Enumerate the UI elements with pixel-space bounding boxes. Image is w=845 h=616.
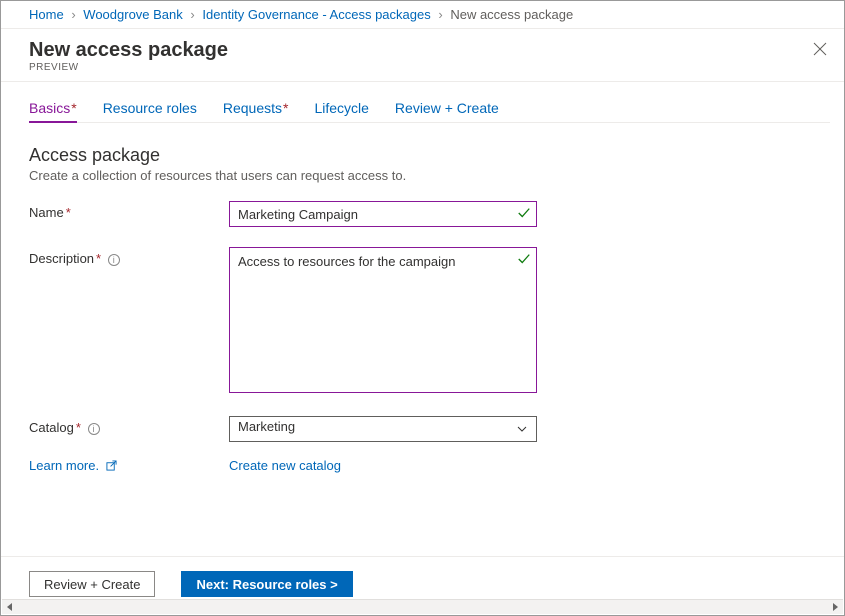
- name-label: Name*: [29, 201, 229, 220]
- name-input[interactable]: [229, 201, 537, 227]
- required-asterisk: *: [66, 205, 71, 220]
- description-label: Description* i: [29, 247, 229, 266]
- breadcrumb-current: New access package: [450, 7, 573, 22]
- window: Home › Woodgrove Bank › Identity Governa…: [0, 0, 845, 616]
- tab-label: Requests: [223, 100, 282, 116]
- learn-more-link[interactable]: Learn more.: [29, 458, 117, 473]
- required-asterisk: *: [283, 100, 288, 116]
- required-asterisk: *: [71, 100, 76, 116]
- external-link-icon: [106, 460, 117, 471]
- breadcrumb-link-gov[interactable]: Identity Governance - Access packages: [202, 7, 430, 22]
- tab-lifecycle[interactable]: Lifecycle: [314, 100, 368, 122]
- name-field-wrap: [229, 201, 537, 227]
- description-input[interactable]: [229, 247, 537, 393]
- next-button[interactable]: Next: Resource roles >: [181, 571, 352, 597]
- chevron-right-icon: ›: [438, 7, 442, 22]
- select-value: Marketing: [238, 419, 295, 434]
- scroll-right-icon[interactable]: [827, 600, 843, 614]
- label-text: Description: [29, 251, 94, 266]
- tabs: Basics* Resource roles Requests* Lifecyc…: [1, 82, 844, 122]
- tab-requests[interactable]: Requests*: [223, 100, 289, 122]
- horizontal-scrollbar[interactable]: [2, 599, 843, 614]
- label-text: Name: [29, 205, 64, 220]
- form-row-description: Description* i: [29, 247, 816, 396]
- close-button[interactable]: [812, 41, 832, 61]
- section-access-package: Access package Create a collection of re…: [1, 123, 844, 473]
- tab-resource-roles[interactable]: Resource roles: [103, 100, 197, 122]
- catalog-select[interactable]: Marketing: [229, 416, 537, 442]
- close-icon: [812, 41, 828, 57]
- tab-label: Basics: [29, 100, 70, 116]
- review-create-button[interactable]: Review + Create: [29, 571, 155, 597]
- chevron-down-icon: [516, 423, 528, 435]
- required-asterisk: *: [96, 251, 101, 266]
- tab-label: Resource roles: [103, 100, 197, 116]
- catalog-label: Catalog* i: [29, 416, 229, 435]
- create-catalog-link[interactable]: Create new catalog: [229, 458, 341, 473]
- description-field-wrap: [229, 247, 537, 396]
- breadcrumb-link-org[interactable]: Woodgrove Bank: [83, 7, 183, 22]
- page-title: New access package: [29, 39, 826, 62]
- chevron-right-icon: ›: [71, 7, 75, 22]
- tab-label: Lifecycle: [314, 100, 368, 116]
- catalog-field-wrap: Marketing: [229, 416, 537, 442]
- footer: Review + Create Next: Resource roles >: [1, 556, 844, 597]
- label-text: Catalog: [29, 420, 74, 435]
- breadcrumb-link-home[interactable]: Home: [29, 7, 64, 22]
- section-description: Create a collection of resources that us…: [29, 168, 816, 183]
- tab-review-create[interactable]: Review + Create: [395, 100, 499, 122]
- scroll-left-icon[interactable]: [2, 600, 18, 614]
- chevron-right-icon: ›: [190, 7, 194, 22]
- tab-basics[interactable]: Basics*: [29, 100, 77, 122]
- tab-label: Review + Create: [395, 100, 499, 116]
- info-icon[interactable]: i: [108, 254, 120, 266]
- section-title: Access package: [29, 145, 816, 166]
- page-header: New access package PREVIEW: [1, 29, 844, 82]
- links-row: Learn more. Create new catalog: [29, 458, 816, 473]
- form-row-name: Name*: [29, 201, 816, 227]
- link-text: Learn more.: [29, 458, 99, 473]
- form-row-catalog: Catalog* i Marketing: [29, 416, 816, 442]
- info-icon[interactable]: i: [88, 423, 100, 435]
- required-asterisk: *: [76, 420, 81, 435]
- breadcrumb: Home › Woodgrove Bank › Identity Governa…: [1, 1, 844, 29]
- preview-badge: PREVIEW: [29, 62, 826, 73]
